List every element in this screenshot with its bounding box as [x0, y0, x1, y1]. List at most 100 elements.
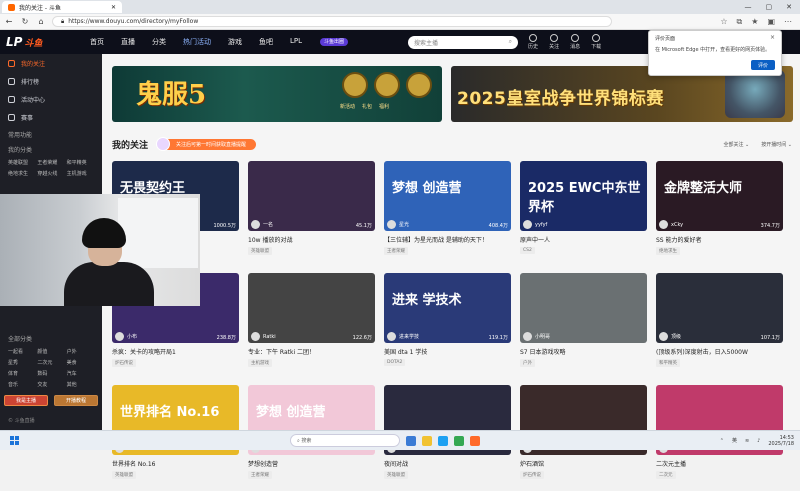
stream-thumbnail[interactable]: 进来 学技术 进来学技 119.1万 — [384, 273, 511, 343]
message-button[interactable]: 消息 — [570, 34, 580, 50]
sidebar-cat[interactable]: 英雄联盟 — [8, 159, 35, 166]
stream-card[interactable]: 小明哥 S7 日本游戏攻略 户外 — [520, 273, 647, 379]
history-button[interactable]: 历史 — [528, 34, 538, 50]
stream-title[interactable]: 杀疯：关卡的攻略开局1 — [112, 347, 239, 356]
stream-title[interactable]: 世界排名 No.16 — [112, 459, 239, 468]
sidebar-item-esports[interactable]: 赛事 — [0, 108, 102, 126]
category-tag[interactable]: 和平精英 — [656, 359, 680, 367]
stream-thumbnail[interactable]: 金牌整活大师 xCky 374.7万 — [656, 161, 783, 231]
stream-card[interactable]: Ratki 122.6万 专业：下午 Ratki 二团！ 主机游戏 — [248, 273, 375, 379]
minimize-button[interactable]: — — [745, 3, 752, 11]
nav-games[interactable]: 游戏 — [228, 37, 242, 47]
nav-lpl[interactable]: LPL — [290, 37, 302, 47]
popup-close-icon[interactable]: × — [770, 34, 775, 41]
category-tag[interactable]: 王者荣耀 — [384, 247, 408, 255]
header-ad-pill[interactable]: 斗鱼出圈 — [320, 38, 349, 46]
ime-language[interactable]: 英 — [732, 437, 737, 444]
volume-icon[interactable]: ♪ — [757, 438, 760, 444]
menu-icon[interactable]: ⋯ — [784, 17, 792, 27]
home-icon[interactable]: ⌂ — [36, 17, 46, 26]
sidebar-item-follow[interactable]: 我的关注 — [0, 54, 102, 72]
maximize-button[interactable]: ▢ — [766, 3, 773, 11]
stream-card[interactable]: 2025 EWC中东世界杯 yyfyf 原声中一人 CS2 — [520, 161, 647, 267]
stream-title[interactable]: 夜间对战 — [384, 459, 511, 468]
task-view-icon[interactable] — [406, 435, 416, 446]
url-field[interactable]: 🔒︎ https://www.douyu.com/directory/myFol… — [52, 16, 612, 27]
sidebar-item-activity[interactable]: 活动中心 — [0, 90, 102, 108]
tab-close-icon[interactable]: ✕ — [111, 4, 116, 11]
stream-thumbnail[interactable]: 2025 EWC中东世界杯 yyfyf — [520, 161, 647, 231]
stream-guide-button[interactable]: 开播教程 — [54, 395, 98, 406]
filter-all-dropdown[interactable]: 全部关注 ⌄ — [723, 141, 749, 148]
chrome-icon[interactable] — [454, 435, 464, 446]
taskbar-search-input[interactable]: ⌕ 搜索 — [290, 434, 400, 447]
sidebar-item-rank[interactable]: 排行榜 — [0, 72, 102, 90]
category-tag[interactable]: 绝地求生 — [656, 247, 680, 255]
stream-title[interactable]: 原声中一人 — [520, 235, 647, 244]
category-tag[interactable]: CS2 — [520, 247, 535, 254]
collections-icon[interactable]: ▣ — [767, 17, 775, 27]
stream-thumbnail[interactable]: 小明哥 — [520, 273, 647, 343]
stream-title[interactable]: 二次元主播 — [656, 459, 783, 468]
popup-rate-button[interactable]: 评价 — [751, 60, 775, 70]
category-tag[interactable]: 英雄联盟 — [248, 247, 272, 255]
sidebar-cat[interactable]: 交友 — [37, 381, 64, 388]
follow-button[interactable]: 关注 — [549, 34, 559, 50]
sidebar-cat[interactable]: 颜值 — [37, 348, 64, 355]
stream-card[interactable]: 梦想 创造营 星光 408.4万【三位辅】为星光而战 是辅助的天下！ 王者荣耀 — [384, 161, 511, 267]
tray-up-icon[interactable]: ⌃ — [720, 438, 724, 444]
stream-thumbnail[interactable]: Ratki 122.6万 — [248, 273, 375, 343]
wifi-icon[interactable]: ≋ — [745, 438, 749, 444]
stream-title[interactable]: 【三位辅】为星光而战 是辅助的天下！ — [384, 235, 511, 244]
back-icon[interactable]: ← — [4, 17, 14, 26]
stream-thumbnail[interactable]: 一名 45.1万 — [248, 161, 375, 231]
category-tag[interactable]: 王者荣耀 — [248, 471, 272, 479]
browser-tab[interactable]: 我的关注 - 斗鱼 ✕ — [2, 1, 122, 13]
stream-card[interactable]: 进来 学技术 进来学技 119.1万 美国 dta 1 学技 DOTA2 — [384, 273, 511, 379]
favorites-icon[interactable]: ★ — [751, 17, 758, 27]
sidebar-cat[interactable]: 体育 — [8, 370, 35, 377]
stream-card[interactable]: 一名 45.1万 10w 播放的对战 英雄联盟 — [248, 161, 375, 267]
nav-yuba[interactable]: 鱼吧 — [259, 37, 273, 47]
stream-title[interactable]: 梦想创造营 — [248, 459, 375, 468]
sidebar-cat[interactable]: 一起看 — [8, 348, 35, 355]
stream-title[interactable]: S7 日本游戏攻略 — [520, 347, 647, 356]
sidebar-cat[interactable]: 户外 — [67, 348, 94, 355]
stream-title[interactable]: 专业：下午 Ratki 二团！ — [248, 347, 375, 356]
sidebar-cat[interactable]: 王者荣耀 — [37, 159, 64, 166]
category-tag[interactable]: 炉石传说 — [112, 359, 136, 367]
stream-card[interactable]: 顶级 107.1万 (顶级系列)深度射击，日入5000W 和平精英 — [656, 273, 783, 379]
follow-promo-pill[interactable]: 关注后可第一时间获取直播提醒 — [156, 137, 257, 151]
category-tag[interactable]: 户外 — [520, 359, 535, 367]
become-streamer-button[interactable]: 我是主播 — [4, 395, 48, 406]
file-explorer-icon[interactable] — [422, 435, 432, 446]
filter-sort-dropdown[interactable]: 按开播时间 ⌄ — [761, 141, 792, 148]
nav-home[interactable]: 首页 — [90, 37, 104, 47]
category-tag[interactable]: 二次元 — [656, 471, 676, 479]
close-window-button[interactable]: ✕ — [786, 3, 792, 11]
taskbar-clock[interactable]: 14:53 2025/7/18 — [768, 435, 794, 447]
stream-thumbnail[interactable]: 顶级 107.1万 — [656, 273, 783, 343]
stream-thumbnail[interactable]: 梦想 创造营 星光 408.4万 — [384, 161, 511, 231]
stream-title[interactable]: (顶级系列)深度射击，日入5000W — [656, 347, 783, 356]
site-search-input[interactable]: 搜索主播 ⌕ — [408, 35, 519, 49]
sidebar-cat[interactable]: 其他 — [67, 381, 94, 388]
nav-events[interactable]: 热门活动 — [183, 37, 211, 47]
edge-icon[interactable] — [438, 435, 448, 446]
douyu-logo[interactable]: LP 斗鱼 — [0, 35, 76, 49]
stream-title[interactable]: 炉石酒馆 — [520, 459, 647, 468]
star-icon[interactable]: ☆ — [720, 17, 727, 27]
windows-start-icon[interactable] — [10, 436, 19, 445]
stream-title[interactable]: 美国 dta 1 学技 — [384, 347, 511, 356]
nav-category[interactable]: 分类 — [152, 37, 166, 47]
sidebar-cat[interactable]: 音乐 — [8, 381, 35, 388]
nav-live[interactable]: 直播 — [121, 37, 135, 47]
category-tag[interactable]: 英雄联盟 — [384, 471, 408, 479]
sidebar-cat[interactable]: 穿越火线 — [37, 170, 64, 177]
refresh-icon[interactable]: ↻ — [20, 17, 30, 26]
stream-title[interactable]: SS 能力的爱好者 — [656, 235, 783, 244]
search-icon[interactable]: ⌕ — [509, 38, 512, 46]
sidebar-cat[interactable]: 汽车 — [67, 370, 94, 377]
sidebar-cat[interactable]: 美食 — [67, 359, 94, 366]
stream-card[interactable]: 金牌整活大师 xCky 374.7万 SS 能力的爱好者 绝地求生 — [656, 161, 783, 267]
